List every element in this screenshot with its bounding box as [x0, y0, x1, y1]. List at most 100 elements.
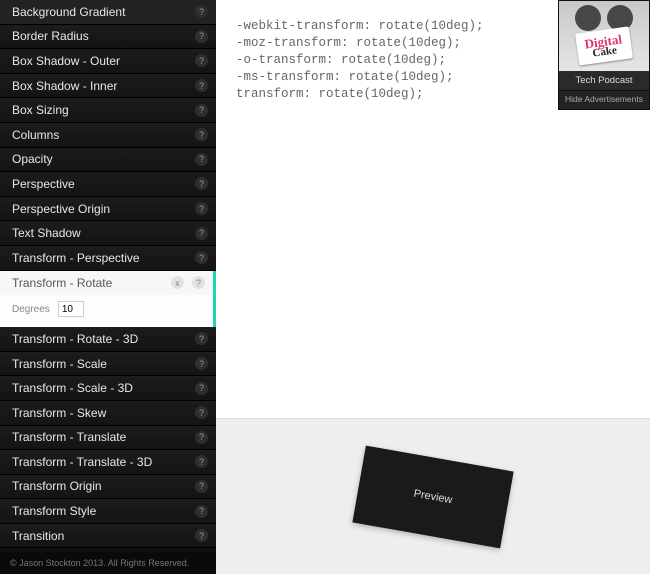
- reset-icon[interactable]: x: [171, 276, 184, 289]
- sidebar-item-label: Transform Style: [12, 504, 96, 518]
- sidebar-item-icons: ?: [195, 406, 208, 419]
- degrees-label: Degrees: [12, 304, 50, 315]
- sidebar-item-icons: ?: [195, 505, 208, 518]
- sidebar-item-icons: ?: [195, 79, 208, 92]
- help-icon[interactable]: ?: [195, 79, 208, 92]
- sidebar-item-label: Text Shadow: [12, 226, 81, 240]
- sidebar-item-label: Box Shadow - Inner: [12, 79, 117, 93]
- sidebar-footer: © Jason Stockton 2013. All Rights Reserv…: [0, 552, 216, 574]
- help-icon[interactable]: ?: [192, 276, 205, 289]
- sidebar-item-transform-style[interactable]: Transform Style?: [0, 499, 216, 524]
- sidebar-item-transform-perspective[interactable]: Transform - Perspective?: [0, 246, 216, 271]
- help-icon[interactable]: ?: [195, 529, 208, 542]
- help-icon[interactable]: ?: [195, 202, 208, 215]
- help-icon[interactable]: ?: [195, 227, 208, 240]
- ad-caption: Tech Podcast: [559, 71, 649, 90]
- help-icon[interactable]: ?: [195, 104, 208, 117]
- sidebar-item-background-gradient[interactable]: Background Gradient?: [0, 0, 216, 25]
- sidebar: Background Gradient?Border Radius?Box Sh…: [0, 0, 216, 574]
- help-icon[interactable]: ?: [195, 153, 208, 166]
- ad-logo: Digital Cake: [575, 27, 632, 66]
- sidebar-item-transform-scale-3d[interactable]: Transform - Scale - 3D?: [0, 376, 216, 401]
- sidebar-item-icons: ?: [195, 251, 208, 264]
- sidebar-item-icons: ?: [195, 332, 208, 345]
- sidebar-item-icons: ?: [195, 529, 208, 542]
- main-area: -webkit-transform: rotate(10deg); -moz-t…: [216, 0, 650, 574]
- sidebar-item-label: Transform - Rotate - 3D: [12, 332, 138, 346]
- help-icon[interactable]: ?: [195, 505, 208, 518]
- sidebar-item-icons: ?: [195, 54, 208, 67]
- help-icon[interactable]: ?: [195, 382, 208, 395]
- sidebar-item-icons: ?: [195, 202, 208, 215]
- sidebar-item-icons: ?: [195, 128, 208, 141]
- sidebar-item-transition[interactable]: Transition?: [0, 524, 216, 549]
- sidebar-item-label: Transform Origin: [12, 479, 102, 493]
- help-icon[interactable]: ?: [195, 177, 208, 190]
- avatar: [575, 5, 601, 31]
- sidebar-item-columns[interactable]: Columns?: [0, 123, 216, 148]
- help-icon[interactable]: ?: [195, 431, 208, 444]
- sidebar-item-icons: ?: [195, 30, 208, 43]
- help-icon[interactable]: ?: [195, 480, 208, 493]
- sidebar-item-icons: x?: [171, 276, 205, 289]
- sidebar-item-transform-rotate-3d[interactable]: Transform - Rotate - 3D?: [0, 327, 216, 352]
- ad-image[interactable]: Digital Cake: [559, 1, 649, 71]
- sidebar-item-label: Transform - Scale: [12, 357, 107, 371]
- help-icon[interactable]: ?: [195, 332, 208, 345]
- preview-box: Preview: [352, 445, 513, 548]
- sidebar-item-label: Transform - Scale - 3D: [12, 381, 133, 395]
- sidebar-item-label: Transform - Rotate: [12, 276, 112, 290]
- sidebar-item-icons: ?: [195, 480, 208, 493]
- sidebar-item-label: Box Sizing: [12, 103, 69, 117]
- sidebar-item-icons: ?: [195, 431, 208, 444]
- sidebar-item-label: Opacity: [12, 152, 53, 166]
- sidebar-item-label: Transform - Skew: [12, 406, 106, 420]
- sidebar-item-box-sizing[interactable]: Box Sizing?: [0, 98, 216, 123]
- help-icon[interactable]: ?: [195, 30, 208, 43]
- sidebar-item-transform-origin[interactable]: Transform Origin?: [0, 475, 216, 500]
- sidebar-item-icons: ?: [195, 5, 208, 18]
- help-icon[interactable]: ?: [195, 128, 208, 141]
- degrees-input[interactable]: [58, 301, 84, 317]
- sidebar-item-icons: ?: [195, 153, 208, 166]
- sidebar-item-label: Columns: [12, 128, 59, 142]
- sidebar-item-icons: ?: [195, 455, 208, 468]
- sidebar-item-transform-skew[interactable]: Transform - Skew?: [0, 401, 216, 426]
- sidebar-item-perspective-origin[interactable]: Perspective Origin?: [0, 197, 216, 222]
- help-icon[interactable]: ?: [195, 455, 208, 468]
- help-icon[interactable]: ?: [195, 54, 208, 67]
- help-icon[interactable]: ?: [195, 357, 208, 370]
- sidebar-item-transform-rotate[interactable]: Transform - Rotate x?: [0, 271, 216, 296]
- hide-ads-button[interactable]: Hide Advertisements: [559, 90, 649, 109]
- sidebar-item-transform-scale[interactable]: Transform - Scale?: [0, 352, 216, 377]
- help-icon[interactable]: ?: [195, 251, 208, 264]
- sidebar-item-box-shadow-outer[interactable]: Box Shadow - Outer?: [0, 49, 216, 74]
- advertisement: Digital Cake Tech Podcast Hide Advertise…: [558, 0, 650, 110]
- sidebar-item-label: Border Radius: [12, 29, 89, 43]
- preview-area: Preview: [216, 418, 650, 574]
- sidebar-item-icons: ?: [195, 382, 208, 395]
- sidebar-item-label: Transform - Translate: [12, 430, 126, 444]
- sidebar-item-icons: ?: [195, 227, 208, 240]
- sidebar-item-border-radius[interactable]: Border Radius?: [0, 25, 216, 50]
- preview-label: Preview: [413, 487, 454, 506]
- sidebar-item-icons: ?: [195, 357, 208, 370]
- sidebar-item-box-shadow-inner[interactable]: Box Shadow - Inner?: [0, 74, 216, 99]
- sidebar-item-label: Box Shadow - Outer: [12, 54, 120, 68]
- sidebar-item-opacity[interactable]: Opacity?: [0, 148, 216, 173]
- sidebar-list: Background Gradient?Border Radius?Box Sh…: [0, 0, 216, 552]
- sidebar-item-label: Perspective: [12, 177, 75, 191]
- sidebar-item-icons: ?: [195, 104, 208, 117]
- sidebar-item-label: Transition: [12, 529, 64, 543]
- transform-rotate-controls: Degrees: [0, 295, 216, 327]
- help-icon[interactable]: ?: [195, 5, 208, 18]
- sidebar-item-label: Transform - Translate - 3D: [12, 455, 152, 469]
- sidebar-item-text-shadow[interactable]: Text Shadow?: [0, 221, 216, 246]
- sidebar-item-label: Perspective Origin: [12, 202, 110, 216]
- sidebar-item-label: Background Gradient: [12, 5, 125, 19]
- sidebar-item-transform-translate-3d[interactable]: Transform - Translate - 3D?: [0, 450, 216, 475]
- sidebar-item-perspective[interactable]: Perspective?: [0, 172, 216, 197]
- sidebar-item-transform-translate[interactable]: Transform - Translate?: [0, 426, 216, 451]
- help-icon[interactable]: ?: [195, 406, 208, 419]
- sidebar-item-icons: ?: [195, 177, 208, 190]
